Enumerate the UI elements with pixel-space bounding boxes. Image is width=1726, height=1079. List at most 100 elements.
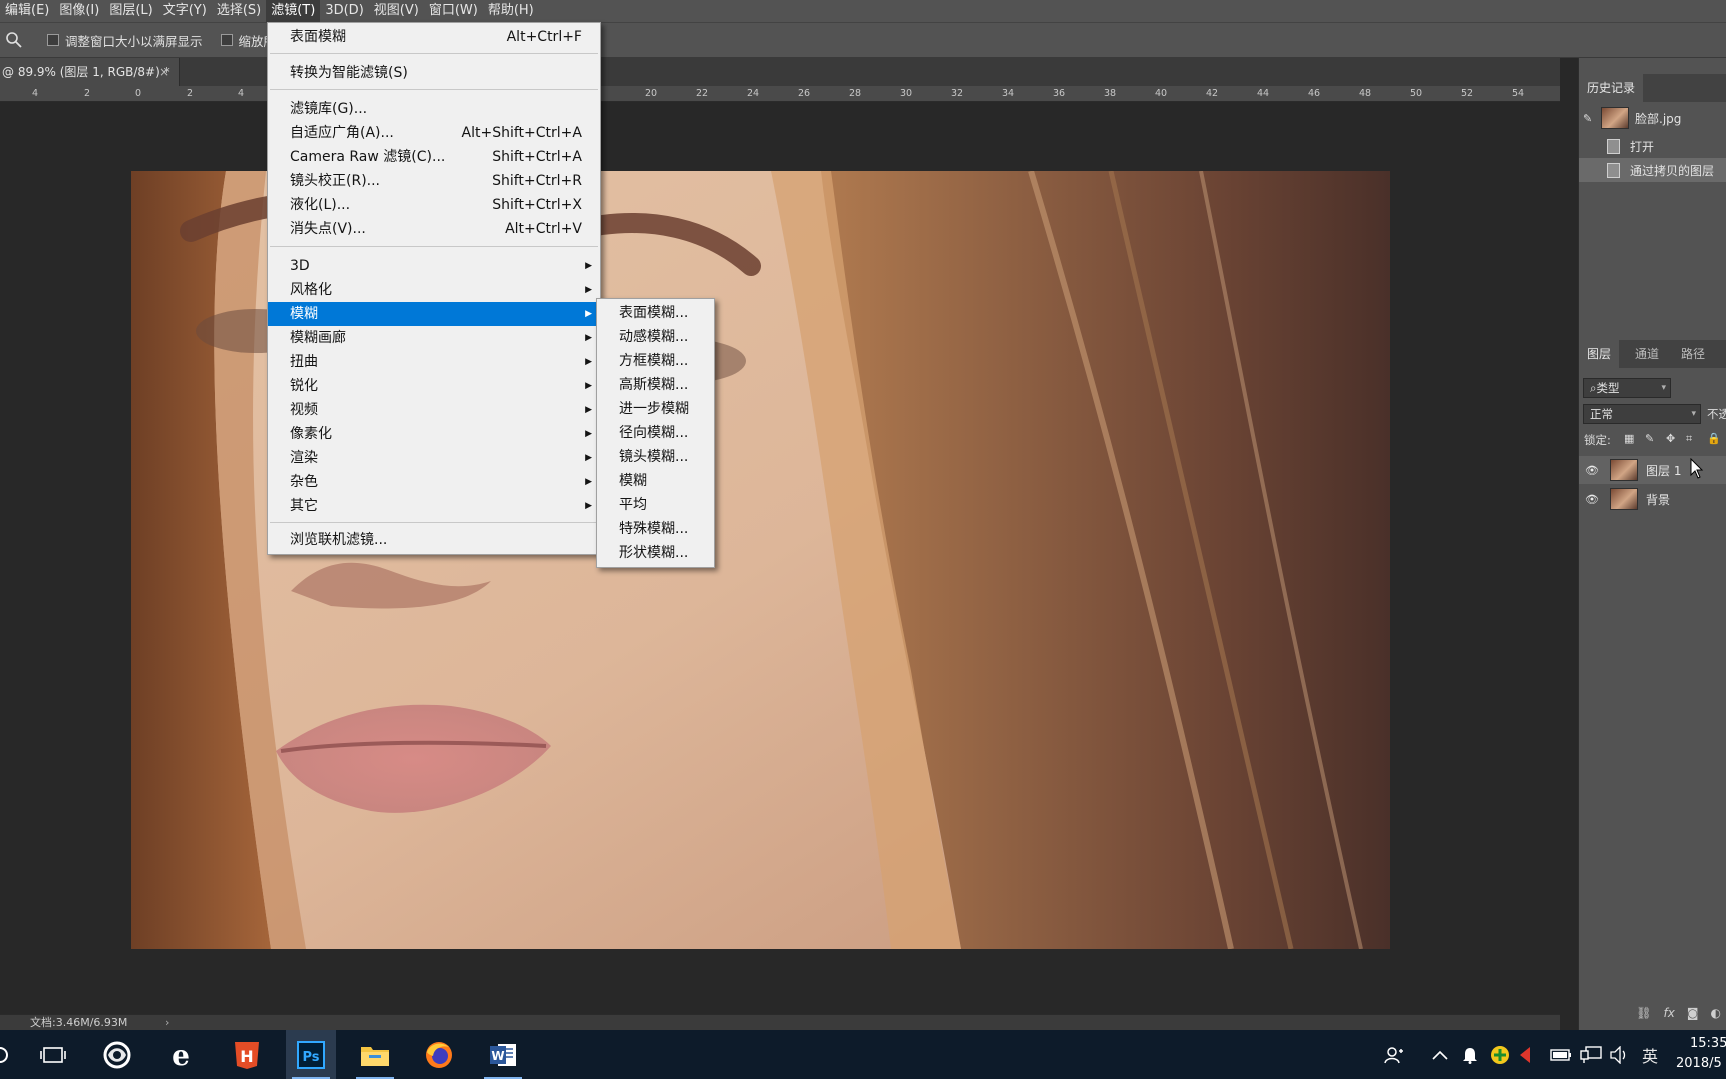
status-menu-arrow[interactable]: › — [165, 1015, 169, 1030]
submenu-item-blur[interactable]: 模糊 — [597, 469, 714, 493]
link-layers-icon[interactable]: ⛓ — [1636, 1006, 1651, 1020]
submenu-item-gaussian-blur[interactable]: 高斯模糊... — [597, 373, 714, 397]
show-hidden-icons-chevron-up-icon[interactable] — [1432, 1030, 1448, 1079]
svg-text:H: H — [240, 1047, 253, 1066]
red-app-tray-icon[interactable] — [1518, 1030, 1532, 1079]
submenu-item-shape-blur[interactable]: 形状模糊... — [597, 541, 714, 565]
menu-layer[interactable]: 图层(L) — [104, 0, 157, 22]
layer-effects-icon[interactable]: fx — [1664, 1006, 1675, 1020]
people-icon[interactable] — [1384, 1030, 1404, 1079]
submenu-item-smart-blur[interactable]: 特殊模糊... — [597, 517, 714, 541]
clock[interactable]: 15:35 2018/5 — [1676, 1034, 1726, 1078]
menu-item-stylize[interactable]: 风格化 ▶ — [268, 278, 600, 302]
menu-item-convert-smart-filter[interactable]: 转换为智能滤镜(S) — [268, 61, 600, 85]
submenu-arrow-icon: ▶ — [585, 477, 592, 487]
layer-filter-select[interactable]: ⌕类型 ▾ — [1583, 378, 1671, 398]
menu-item-sharpen[interactable]: 锐化 ▶ — [268, 374, 600, 398]
menu-item-pixelate[interactable]: 像素化 ▶ — [268, 422, 600, 446]
notification-bell-icon[interactable] — [1462, 1030, 1478, 1079]
submenu-item-average[interactable]: 平均 — [597, 493, 714, 517]
submenu-item-blur-more[interactable]: 进一步模糊 — [597, 397, 714, 421]
menu-item-liquify[interactable]: 液化(L)... Shift+Ctrl+X — [268, 193, 600, 217]
tab-layers[interactable]: 图层 — [1579, 340, 1620, 368]
submenu-item-surface-blur[interactable]: 表面模糊... — [597, 301, 714, 325]
history-snapshot[interactable]: ✎ 脸部.jpg — [1579, 106, 1726, 130]
menu-type[interactable]: 文字(Y) — [158, 0, 212, 22]
task-view-icon[interactable] — [28, 1030, 78, 1079]
photoshop-icon[interactable]: Ps — [286, 1030, 336, 1079]
adjustment-layer-icon[interactable]: ◐ — [1711, 1006, 1721, 1020]
document-tab[interactable]: @ 89.9% (图层 1, RGB/8#) * × — [0, 58, 180, 86]
word-icon[interactable]: W — [478, 1030, 528, 1079]
blur-submenu: 表面模糊... 动感模糊... 方框模糊... 高斯模糊... 进一步模糊 径向… — [596, 298, 715, 568]
chevron-down-icon: ▾ — [1691, 409, 1696, 419]
menu-select[interactable]: 选择(S) — [212, 0, 266, 22]
tab-channels[interactable]: 通道 — [1627, 340, 1667, 368]
menu-help[interactable]: 帮助(H) — [483, 0, 539, 22]
battery-icon[interactable] — [1550, 1030, 1572, 1079]
security-plus-icon[interactable] — [1490, 1030, 1510, 1079]
history-entry-open[interactable]: 打开 — [1579, 134, 1726, 158]
submenu-arrow-icon: ▶ — [585, 501, 592, 511]
file-explorer-icon[interactable] — [350, 1030, 400, 1079]
zoom-tool-icon[interactable] — [5, 31, 23, 49]
volume-icon[interactable] — [1610, 1030, 1630, 1079]
submenu-item-box-blur[interactable]: 方框模糊... — [597, 349, 714, 373]
menu-item-distort[interactable]: 扭曲 ▶ — [268, 350, 600, 374]
menu-item-camera-raw[interactable]: Camera Raw 滤镜(C)... Shift+Ctrl+A — [268, 145, 600, 169]
blend-mode-select[interactable]: 正常 ▾ — [1583, 404, 1701, 424]
menu-view[interactable]: 视图(V) — [369, 0, 424, 22]
menu-item-blur[interactable]: 模糊 ▶ — [268, 302, 600, 326]
lock-artboard-icon[interactable]: ⌗ — [1686, 432, 1692, 446]
clock-time: 15:35 — [1690, 1036, 1726, 1051]
baidu-netdisk-icon[interactable] — [92, 1030, 142, 1079]
menu-item-surface-blur-last[interactable]: 表面模糊 Alt+Ctrl+F — [268, 25, 600, 49]
lock-pixels-icon[interactable]: ✎ — [1645, 432, 1654, 445]
layer-row-background[interactable]: 👁 背景 — [1579, 485, 1726, 513]
menu-item-blur-gallery[interactable]: 模糊画廊 ▶ — [268, 326, 600, 350]
menu-image[interactable]: 图像(I) — [54, 0, 104, 22]
menu-window[interactable]: 窗口(W) — [424, 0, 483, 22]
menu-item-other[interactable]: 其它 ▶ — [268, 494, 600, 518]
tab-paths[interactable]: 路径 — [1673, 340, 1713, 368]
menu-item-lens-correction[interactable]: 镜头校正(R)... Shift+Ctrl+R — [268, 169, 600, 193]
visibility-eye-icon[interactable]: 👁 — [1584, 493, 1600, 506]
lock-position-icon[interactable]: ✥ — [1666, 432, 1675, 445]
menu-filter[interactable]: 滤镜(T) — [266, 0, 321, 22]
menu-item-adaptive-wide-angle[interactable]: 自适应广角(A)... Alt+Shift+Ctrl+A — [268, 121, 600, 145]
canvas-area[interactable] — [0, 102, 1560, 1014]
network-icon[interactable] — [1580, 1030, 1602, 1079]
submenu-arrow-icon: ▶ — [585, 309, 592, 319]
document-tab-title: @ 89.9% (图层 1, RGB/8#) * — [2, 65, 170, 79]
ime-indicator[interactable]: 英 — [1642, 1030, 1658, 1079]
layer-mask-icon[interactable]: ◙ — [1687, 1006, 1699, 1020]
menu-item-render[interactable]: 渲染 ▶ — [268, 446, 600, 470]
submenu-item-radial-blur[interactable]: 径向模糊... — [597, 421, 714, 445]
search-icon[interactable] — [0, 1030, 10, 1079]
menu-item-filter-gallery[interactable]: 滤镜库(G)... — [268, 97, 600, 121]
menu-edit[interactable]: 编辑(E) — [0, 0, 54, 22]
internet-explorer-icon[interactable]: e — [156, 1030, 206, 1079]
firefox-icon[interactable] — [414, 1030, 464, 1079]
menu-item-noise[interactable]: 杂色 ▶ — [268, 470, 600, 494]
zoom-all-checkbox[interactable] — [220, 34, 233, 46]
lock-transparent-icon[interactable]: ▦ — [1624, 432, 1634, 445]
resize-windows-option[interactable]: 调整窗口大小以满屏显示 — [47, 31, 203, 50]
menu-item-browse-online-filters[interactable]: 浏览联机滤镜... — [268, 528, 600, 552]
menu-item-vanishing-point[interactable]: 消失点(V)... Alt+Ctrl+V — [268, 217, 600, 241]
document-icon — [1607, 162, 1620, 178]
submenu-item-lens-blur[interactable]: 镜头模糊... — [597, 445, 714, 469]
tab-history[interactable]: 历史记录 — [1579, 74, 1644, 102]
close-tab-icon[interactable]: × — [159, 58, 169, 86]
submenu-item-motion-blur[interactable]: 动感模糊... — [597, 325, 714, 349]
html-builder-icon[interactable]: H — [222, 1030, 272, 1079]
menu-item-label: 其它 — [290, 498, 318, 514]
menu-3d[interactable]: 3D(D) — [320, 0, 368, 22]
resize-windows-checkbox[interactable] — [47, 34, 59, 46]
visibility-eye-icon[interactable]: 👁 — [1584, 464, 1600, 477]
menu-item-video[interactable]: 视频 ▶ — [268, 398, 600, 422]
menu-item-label: 风格化 — [290, 282, 332, 298]
history-entry-copy-layer[interactable]: 通过拷贝的图层 — [1579, 158, 1726, 182]
menu-item-3d[interactable]: 3D ▶ — [268, 254, 600, 278]
lock-all-icon[interactable]: 🔒 — [1707, 432, 1721, 445]
